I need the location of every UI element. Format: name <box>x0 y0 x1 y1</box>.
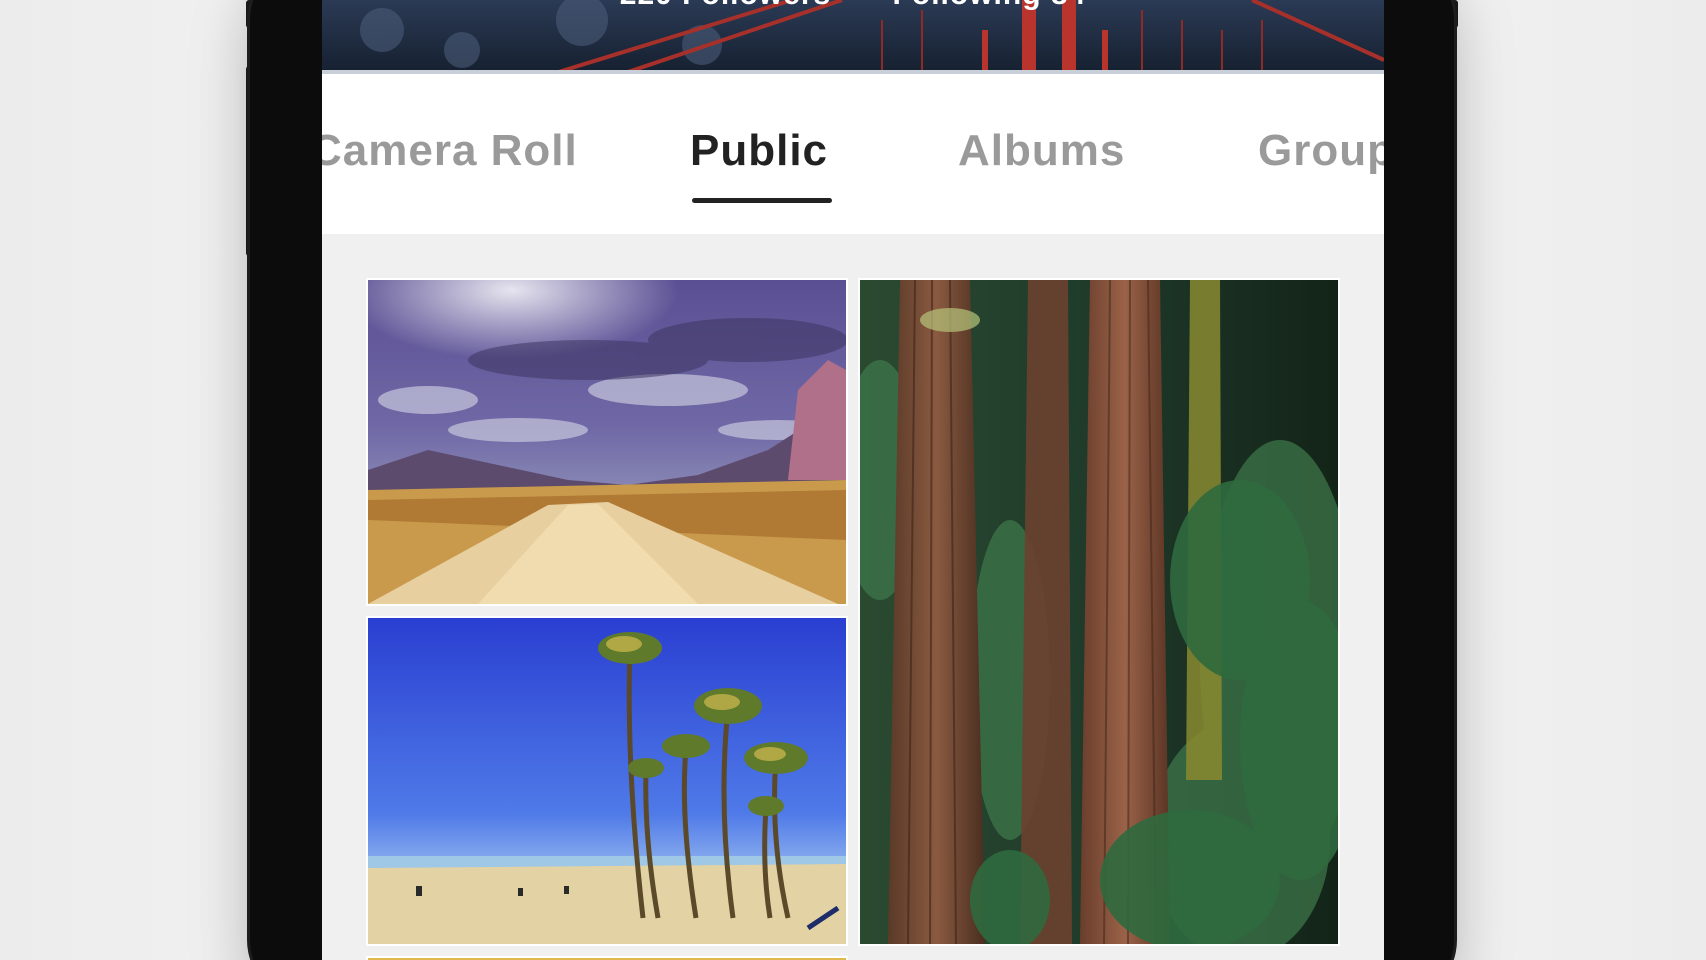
device-stage: 220 Followers Following 84 Camera Roll P… <box>0 0 1706 960</box>
tab-public[interactable]: Public <box>690 126 828 176</box>
redwood-forest-photo[interactable] <box>858 278 1340 946</box>
photo-grid <box>322 234 1384 960</box>
active-tab-indicator <box>692 198 832 203</box>
tab-groups[interactable]: Groups <box>1258 126 1384 176</box>
next-photo-peek[interactable] <box>366 956 848 960</box>
tab-camera-roll[interactable]: Camera Roll <box>322 126 578 176</box>
profile-stats: 220 Followers Following 84 <box>322 0 1384 12</box>
profile-cover: 220 Followers Following 84 <box>322 0 1384 74</box>
app-screen: 220 Followers Following 84 Camera Roll P… <box>322 0 1384 960</box>
palm-beach-photo[interactable] <box>366 616 848 946</box>
following-count[interactable]: Following 84 <box>893 0 1087 11</box>
followers-count[interactable]: 220 Followers <box>620 0 831 11</box>
tab-albums[interactable]: Albums <box>958 126 1125 176</box>
road-landscape-photo[interactable] <box>366 278 848 606</box>
profile-tab-bar: Camera Roll Public Albums Groups <box>322 74 1384 234</box>
